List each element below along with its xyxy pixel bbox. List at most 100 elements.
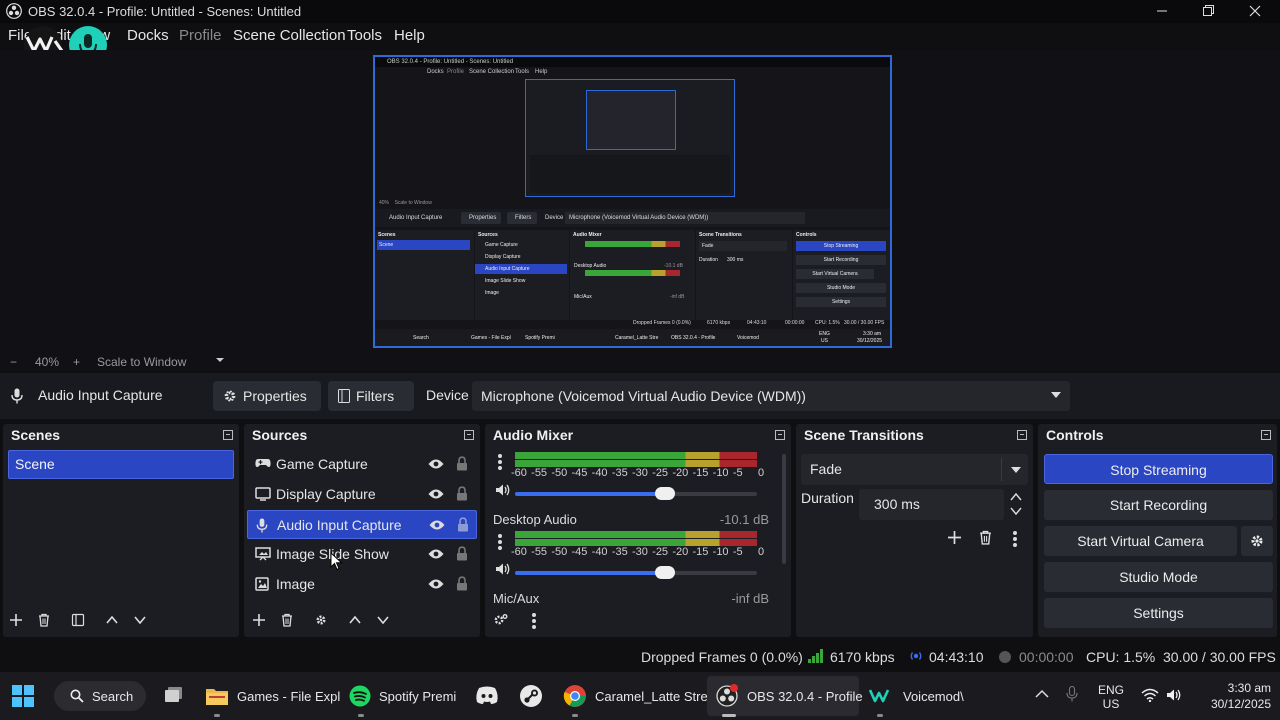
menu-scene-collection[interactable]: Scene Collection bbox=[233, 27, 346, 44]
properties-button[interactable]: Properties bbox=[213, 381, 321, 411]
zoom-out-button[interactable]: − bbox=[10, 355, 17, 369]
kebab-menu-icon[interactable] bbox=[498, 534, 502, 552]
duration-spinbox[interactable]: 300 ms bbox=[859, 489, 1027, 521]
eye-icon[interactable] bbox=[429, 519, 445, 531]
start-recording-button[interactable]: Start Recording bbox=[1044, 490, 1273, 520]
volume-slider-knob[interactable] bbox=[655, 487, 676, 500]
eye-icon[interactable] bbox=[428, 578, 444, 590]
undock-icon[interactable] bbox=[1261, 430, 1271, 440]
source-item-display-capture[interactable]: Display Capture bbox=[247, 480, 477, 509]
lock-icon[interactable] bbox=[456, 576, 468, 591]
close-button[interactable] bbox=[1241, 2, 1269, 22]
virtual-camera-settings-button[interactable] bbox=[1241, 526, 1273, 556]
lock-icon[interactable] bbox=[456, 486, 468, 501]
studio-mode-button[interactable]: Studio Mode bbox=[1044, 562, 1273, 592]
undock-icon[interactable] bbox=[223, 430, 233, 440]
taskbar-obs-label: OBS 32.0.4 - Profile bbox=[747, 688, 863, 704]
volume-icon[interactable] bbox=[1165, 688, 1183, 702]
undock-icon[interactable] bbox=[1017, 430, 1027, 440]
steam-icon[interactable] bbox=[519, 684, 543, 708]
volume-slider[interactable] bbox=[515, 487, 757, 500]
preview-taskbar-item: OBS 32.0.4 - Profile bbox=[671, 335, 716, 341]
running-indicator bbox=[214, 714, 220, 717]
taskbar-search[interactable]: Search bbox=[54, 681, 146, 711]
taskbar-chrome[interactable]: Caramel_Latte Stre bbox=[563, 684, 708, 708]
taskbar-spotify-label: Spotify Premi bbox=[379, 688, 457, 704]
chevron-up-icon[interactable] bbox=[105, 613, 119, 627]
volume-slider[interactable] bbox=[515, 566, 757, 579]
taskbar-voicemod[interactable]: Voicemod\ bbox=[869, 684, 964, 708]
stop-streaming-button[interactable]: Stop Streaming bbox=[1044, 454, 1273, 484]
taskbar-spotify[interactable]: Spotify Premi bbox=[349, 684, 456, 708]
audio-mixer-dock: Audio Mixer -60 -55 -50 -45 -40 -35 -30 -25 -20-… bbox=[485, 424, 791, 637]
transition-select[interactable]: Fade bbox=[801, 454, 1028, 485]
chevron-down-icon[interactable] bbox=[215, 356, 225, 364]
eye-icon[interactable] bbox=[428, 488, 444, 500]
chevron-up-icon[interactable] bbox=[1035, 689, 1049, 699]
meter-tick-label: -40 bbox=[591, 467, 608, 479]
volume-slider-knob[interactable] bbox=[655, 566, 676, 579]
taskbar-obs[interactable]: OBS 32.0.4 - Profile bbox=[715, 684, 863, 708]
gear-icon[interactable] bbox=[314, 613, 328, 627]
search-icon bbox=[70, 689, 84, 703]
kebab-menu-icon[interactable] bbox=[1013, 531, 1017, 549]
taskbar-file-explorer[interactable]: Games - File Expl bbox=[205, 684, 340, 708]
settings-button[interactable]: Settings bbox=[1044, 598, 1273, 628]
start-virtual-camera-button[interactable]: Start Virtual Camera bbox=[1044, 526, 1237, 556]
eye-icon[interactable] bbox=[428, 548, 444, 560]
kebab-menu-icon[interactable] bbox=[498, 454, 502, 472]
gear-icon[interactable] bbox=[493, 613, 509, 627]
chevron-down-icon[interactable] bbox=[133, 613, 147, 627]
undock-icon[interactable] bbox=[464, 430, 474, 440]
chevron-up-icon[interactable] bbox=[1010, 492, 1022, 502]
filter-icon bbox=[338, 389, 350, 403]
lock-icon[interactable] bbox=[456, 456, 468, 471]
volume-meter bbox=[515, 452, 757, 468]
lock-icon[interactable] bbox=[457, 517, 469, 532]
add-icon[interactable] bbox=[252, 613, 266, 627]
source-item-game-capture[interactable]: Game Capture bbox=[247, 450, 477, 479]
speaker-icon[interactable] bbox=[495, 562, 511, 576]
zoom-in-button[interactable]: + bbox=[73, 355, 80, 369]
source-item-audio-input-capture[interactable]: Audio Input Capture bbox=[247, 510, 477, 539]
menu-docks[interactable]: Docks bbox=[127, 27, 169, 44]
source-label: Image bbox=[276, 576, 315, 592]
preview-menu-help: Help bbox=[535, 69, 548, 75]
menu-help[interactable]: Help bbox=[394, 27, 425, 44]
menu-tools[interactable]: Tools bbox=[347, 27, 382, 44]
source-item-image-slide-show[interactable]: Image Slide Show bbox=[247, 540, 477, 569]
chevron-down-icon[interactable] bbox=[376, 613, 390, 627]
add-icon[interactable] bbox=[947, 530, 962, 545]
mixer-scrollbar[interactable] bbox=[782, 454, 786, 564]
scale-mode-select[interactable]: Scale to Window bbox=[97, 355, 186, 369]
task-view-icon[interactable] bbox=[163, 685, 185, 705]
chevron-up-icon[interactable] bbox=[348, 613, 362, 627]
sources-toolbar bbox=[244, 607, 480, 637]
trash-icon[interactable] bbox=[978, 530, 993, 545]
restore-button[interactable] bbox=[1194, 2, 1222, 22]
wifi-icon[interactable] bbox=[1141, 688, 1159, 702]
scenes-toolbar bbox=[3, 607, 239, 637]
taskbar-file-explorer-label: Games - File Expl bbox=[237, 688, 341, 704]
discord-icon[interactable] bbox=[475, 685, 499, 705]
filters-button[interactable]: Filters bbox=[328, 381, 414, 411]
windows-start-icon[interactable] bbox=[12, 685, 34, 707]
language-indicator[interactable]: ENG US bbox=[1096, 683, 1126, 711]
clock[interactable]: 3:30 am 30/12/2025 bbox=[1191, 681, 1271, 711]
preview-canvas[interactable]: OBS 32.0.4 - Profile: Untitled - Scenes:… bbox=[373, 55, 892, 348]
microphone-icon[interactable] bbox=[1066, 686, 1078, 702]
speaker-icon[interactable] bbox=[495, 483, 511, 497]
add-icon[interactable] bbox=[9, 613, 23, 627]
source-item-image[interactable]: Image bbox=[247, 570, 477, 599]
trash-icon[interactable] bbox=[280, 613, 294, 627]
scene-item[interactable]: Scene bbox=[8, 450, 234, 479]
undock-icon[interactable] bbox=[775, 430, 785, 440]
trash-icon[interactable] bbox=[37, 613, 51, 627]
eye-icon[interactable] bbox=[428, 458, 444, 470]
lock-icon[interactable] bbox=[456, 546, 468, 561]
filter-icon[interactable] bbox=[71, 613, 85, 627]
minimize-button[interactable] bbox=[1148, 2, 1176, 22]
menu-profile[interactable]: Profile bbox=[179, 27, 222, 44]
chevron-down-icon[interactable] bbox=[1010, 506, 1022, 516]
device-select[interactable]: Microphone (Voicemod Virtual Audio Devic… bbox=[472, 381, 1070, 411]
